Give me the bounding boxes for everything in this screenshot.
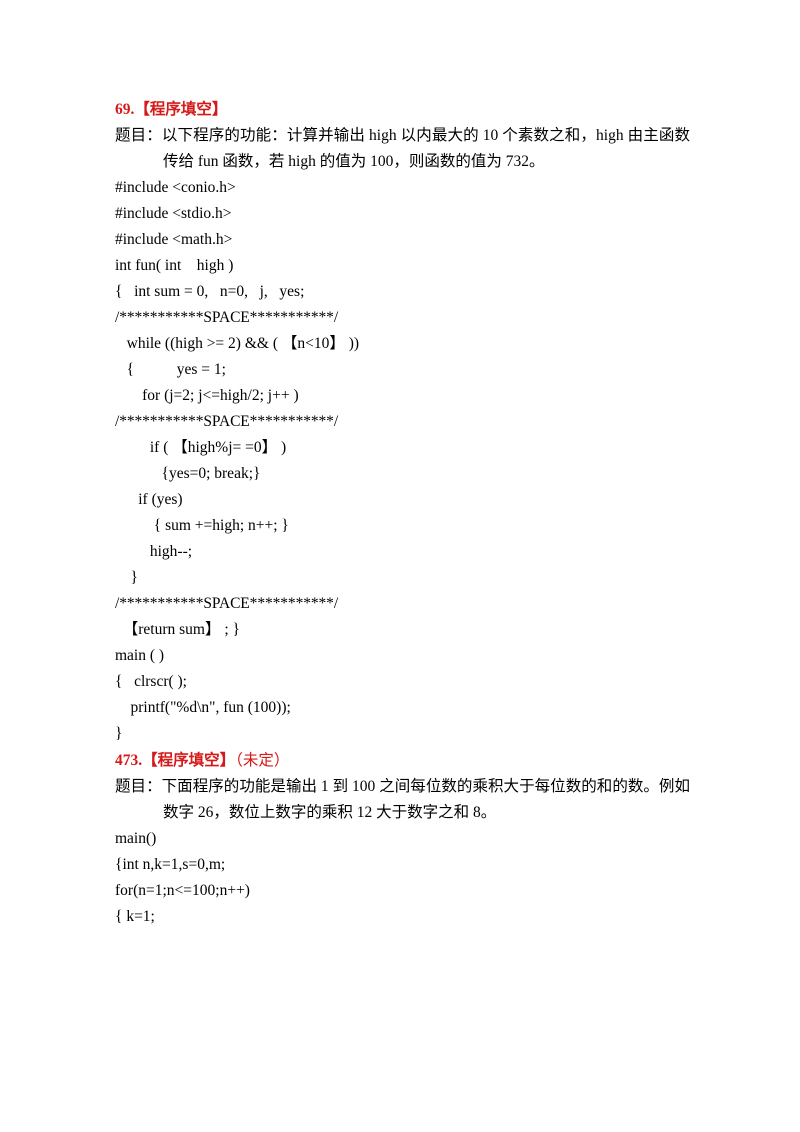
code-line: {int n,k=1,s=0,m; bbox=[115, 856, 226, 873]
code-line: if (yes) bbox=[115, 491, 183, 508]
code-line: for(n=1;n<=100;n++) bbox=[115, 882, 250, 899]
code-line: } bbox=[115, 569, 138, 586]
statement-label: 题目： bbox=[115, 127, 162, 144]
code-line: { yes = 1; bbox=[115, 361, 226, 378]
problem-type-tag: 【程序填空】 bbox=[134, 100, 228, 118]
code-line: main ( ) bbox=[115, 647, 165, 664]
page-content: 69.【程序填空】 题目：以下程序的功能：计算并输出 high 以内最大的 10… bbox=[115, 96, 690, 930]
section-heading-473: 473.【程序填空】（未定） bbox=[115, 747, 690, 774]
problem-statement-69: 题目：以下程序的功能：计算并输出 high 以内最大的 10 个素数之和，hig… bbox=[115, 123, 690, 175]
code-line: high--; bbox=[115, 543, 193, 560]
code-line: int fun( int high ) bbox=[115, 257, 234, 274]
code-line: printf("%d\n", fun (100)); bbox=[115, 699, 291, 716]
code-line-with-blank: if ( 【high%j= =0】 ) bbox=[115, 439, 287, 456]
code-line: #include <math.h> bbox=[115, 231, 233, 248]
code-line: #include <stdio.h> bbox=[115, 205, 232, 222]
code-line: { k=1; bbox=[115, 908, 155, 925]
code-line-with-blank: 【return sum】 ; } bbox=[115, 621, 240, 638]
code-line: { clrscr( ); bbox=[115, 673, 187, 690]
problem-section-69: 69.【程序填空】 题目：以下程序的功能：计算并输出 high 以内最大的 10… bbox=[115, 96, 690, 747]
code-block-473: main() {int n,k=1,s=0,m; for(n=1;n<=100;… bbox=[115, 826, 690, 930]
code-line-space-marker: /***********SPACE***********/ bbox=[115, 595, 339, 612]
code-line: main() bbox=[115, 830, 157, 847]
problem-type-tag: 【程序填空】 bbox=[142, 751, 236, 769]
code-line-space-marker: /***********SPACE***********/ bbox=[115, 309, 339, 326]
problem-number: 69. bbox=[115, 101, 135, 118]
document-page: 69.【程序填空】 题目：以下程序的功能：计算并输出 high 以内最大的 10… bbox=[0, 0, 800, 1132]
code-line: for (j=2; j<=high/2; j++ ) bbox=[115, 387, 299, 404]
code-line-space-marker: /***********SPACE***********/ bbox=[115, 413, 339, 430]
code-line: { int sum = 0, n=0, j, yes; bbox=[115, 283, 305, 300]
code-line: { sum +=high; n++; } bbox=[115, 517, 289, 534]
problem-number: 473. bbox=[115, 752, 143, 769]
code-line: } bbox=[115, 725, 123, 742]
statement-text: 以下程序的功能：计算并输出 high 以内最大的 10 个素数之和，high 由… bbox=[161, 127, 690, 170]
statement-text: 下面程序的功能是输出 1 到 100 之间每位数的乘积大于每位数的和的数。例如数… bbox=[161, 778, 690, 821]
statement-label: 题目： bbox=[115, 778, 162, 795]
problem-statement-473: 题目：下面程序的功能是输出 1 到 100 之间每位数的乘积大于每位数的和的数。… bbox=[115, 774, 690, 826]
code-line: #include <conio.h> bbox=[115, 179, 236, 196]
problem-status-note: （未定） bbox=[235, 751, 290, 769]
code-block-69: #include <conio.h> #include <stdio.h> #i… bbox=[115, 175, 690, 747]
code-line: {yes=0; break;} bbox=[115, 465, 261, 482]
section-heading-69: 69.【程序填空】 bbox=[115, 96, 690, 123]
code-line-with-blank: while ((high >= 2) && ( 【n<10】 )) bbox=[115, 335, 360, 352]
problem-section-473: 473.【程序填空】（未定） 题目：下面程序的功能是输出 1 到 100 之间每… bbox=[115, 747, 690, 930]
